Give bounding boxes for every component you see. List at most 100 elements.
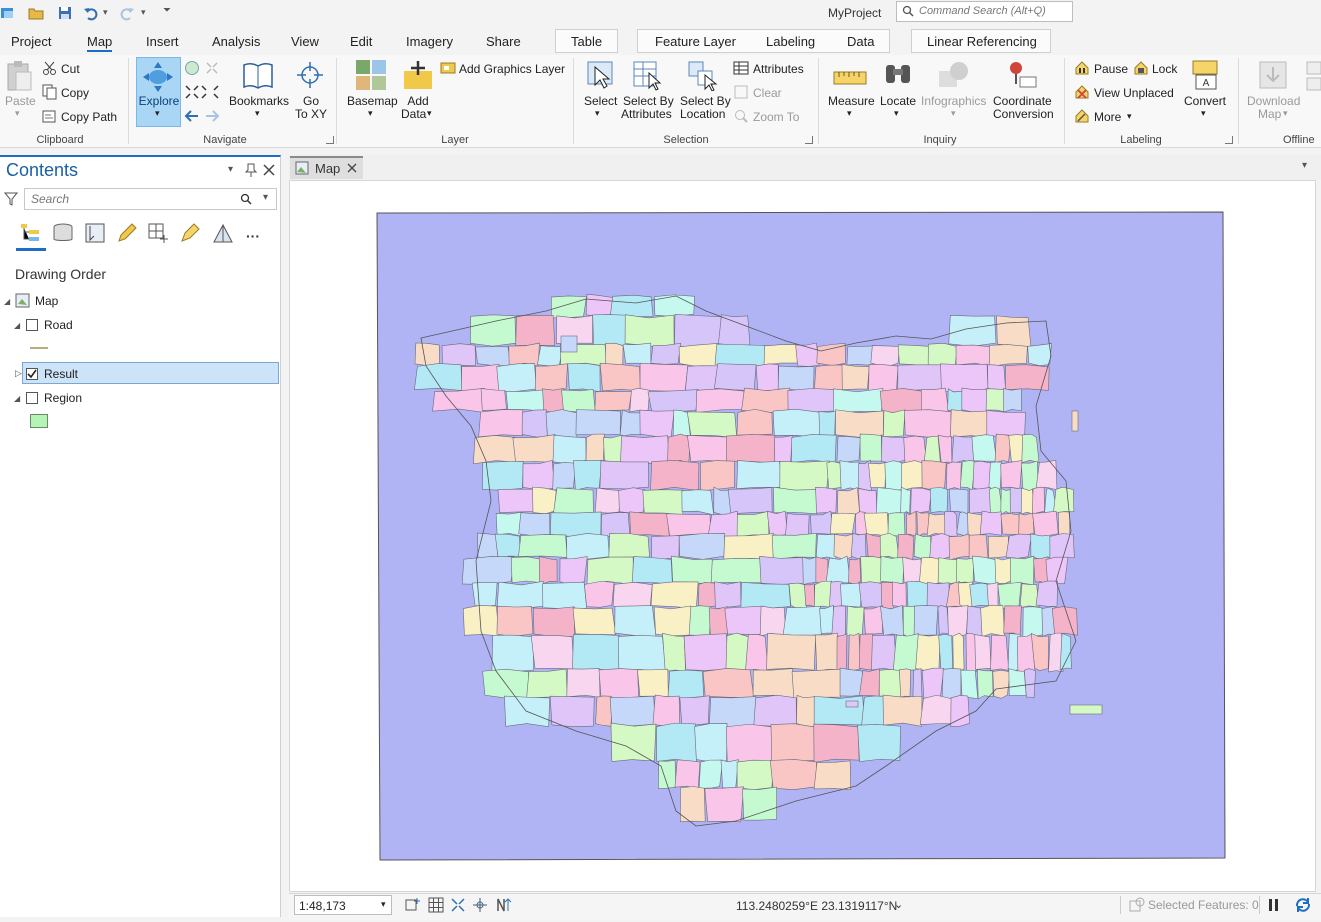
tab-list-dropdown-icon[interactable]: ▾ [1302,160,1307,171]
select-by-attributes-label-2[interactable]: Attributes [621,108,672,121]
select-by-location-icon[interactable] [686,59,718,91]
tab-labeling[interactable]: Labeling [766,34,815,49]
attributes-icon[interactable] [733,60,749,76]
list-by-editing-icon[interactable] [116,222,138,244]
previous-extent-icon[interactable] [184,108,200,124]
add-data-icon[interactable] [402,59,434,91]
select-icon[interactable] [585,59,617,91]
undo-icon[interactable] [83,5,99,21]
select-by-attributes-icon[interactable] [631,59,663,91]
tab-share[interactable]: Share [486,34,521,49]
measure-dropdown-icon[interactable]: ▾ [847,108,852,119]
tab-project[interactable]: Project [11,34,51,49]
customize-quick-access-icon[interactable]: ⏷ [163,5,171,16]
list-by-labeling-icon[interactable] [179,222,201,244]
map-view-tab[interactable]: Map [290,156,363,179]
copy-icon[interactable] [42,84,58,100]
navigate-launcher-icon[interactable] [326,136,334,144]
download-map-dropdown-icon[interactable]: ▾ [1283,108,1288,119]
bookmarks-icon[interactable] [242,60,274,92]
copy-label[interactable]: Copy [61,86,89,100]
layer-region-label[interactable]: Region [44,391,82,405]
undo-dropdown-icon[interactable]: ▾ [103,7,108,18]
pause-drawing-icon[interactable] [1267,897,1281,913]
coordinate-format-dropdown-icon[interactable]: ⌄ [894,898,903,911]
clear-selection-icon[interactable] [733,84,749,100]
next-extent-icon[interactable] [204,108,220,124]
paste-label[interactable]: Paste [5,95,36,108]
add-data-label-2[interactable]: Data [401,108,426,121]
locate-icon[interactable] [882,59,914,91]
add-data-dropdown-icon[interactable]: ▾ [427,108,432,119]
contents-options-icon[interactable]: ▾ [228,164,233,175]
download-map-label-2[interactable]: Map [1258,108,1281,121]
add-graphics-layer-icon[interactable] [440,60,456,76]
command-search-input[interactable]: Command Search (Alt+Q) [896,1,1073,22]
infographics-icon[interactable] [937,59,969,91]
redo-dropdown-icon[interactable]: ▾ [141,7,146,18]
list-by-perspective-icon[interactable] [211,222,235,244]
lock-labels-icon[interactable] [1133,60,1149,76]
save-icon[interactable] [57,5,73,21]
selection-launcher-icon[interactable] [805,136,813,144]
tab-imagery[interactable]: Imagery [406,34,453,49]
convert-label[interactable]: Convert [1184,95,1226,108]
search-dropdown-icon[interactable]: ▾ [263,192,268,203]
region-visibility-checkbox[interactable] [26,392,38,404]
map-canvas[interactable] [376,211,1227,861]
refresh-icon[interactable] [1294,896,1312,914]
download-map-icon[interactable] [1257,59,1289,91]
region-expand-icon[interactable]: ◢ [14,394,20,403]
scale-selector[interactable]: 1:48,173 ▾ [294,895,392,915]
convert-labels-icon[interactable]: A [1190,59,1222,91]
locate-label[interactable]: Locate [880,95,916,108]
tab-linear-referencing[interactable]: Linear Referencing [927,34,1037,49]
basemap-icon[interactable] [355,59,387,91]
more-views-icon[interactable]: ··· [246,228,260,244]
pause-labels-icon[interactable] [1074,60,1090,76]
attributes-label[interactable]: Attributes [753,62,804,76]
more-labeling-icon[interactable] [1074,108,1090,124]
grid-icon[interactable] [428,897,444,913]
north-arrow-icon[interactable] [494,897,512,913]
coordinate-conversion-label-2[interactable]: Conversion [993,108,1054,121]
locate-dropdown-icon[interactable]: ▾ [894,108,899,119]
select-label[interactable]: Select [584,95,617,108]
road-visibility-checkbox[interactable] [26,319,38,331]
go-to-xy-icon[interactable] [295,60,325,90]
scale-dropdown-icon[interactable]: ▾ [381,899,386,910]
copy-path-icon[interactable] [42,108,58,124]
bookmarks-label[interactable]: Bookmarks [229,95,289,108]
layer-result-label[interactable]: Result [44,367,78,381]
list-by-data-source-icon[interactable] [52,222,74,244]
cut-icon[interactable] [42,60,58,76]
tab-data[interactable]: Data [847,34,874,49]
more-label[interactable]: More [1094,110,1121,124]
list-by-drawing-order-icon[interactable] [20,222,42,244]
view-unplaced-label[interactable]: View Unplaced [1094,86,1174,100]
redo-icon[interactable] [119,5,135,21]
explore-dropdown-icon[interactable]: ▾ [155,108,160,119]
cut-label[interactable]: Cut [61,62,80,76]
select-dropdown-icon[interactable]: ▾ [595,108,600,119]
tab-analysis[interactable]: Analysis [212,34,260,49]
tab-map[interactable]: Map [87,34,113,52]
basemap-label[interactable]: Basemap [347,95,398,108]
snapping-icon[interactable] [450,897,466,913]
pin-icon[interactable] [245,163,257,177]
zoom-to-selection-icon[interactable] [733,108,749,124]
select-by-location-label-2[interactable]: Location [680,108,725,121]
lock-label[interactable]: Lock [1152,62,1177,76]
view-unplaced-icon[interactable] [1074,84,1090,100]
tab-view[interactable]: View [291,34,319,49]
tab-table[interactable]: Table [571,34,602,49]
result-expand-icon[interactable]: ▷ [15,368,22,379]
offline-extra-icon[interactable] [1305,60,1321,92]
close-tab-icon[interactable] [347,163,357,173]
list-by-selection-icon[interactable] [84,222,106,244]
layer-road-label[interactable]: Road [44,318,73,332]
bookmarks-dropdown-icon[interactable]: ▾ [255,108,260,119]
tab-edit[interactable]: Edit [350,34,372,49]
filter-icon[interactable] [4,192,18,206]
convert-dropdown-icon[interactable]: ▾ [1201,108,1206,119]
